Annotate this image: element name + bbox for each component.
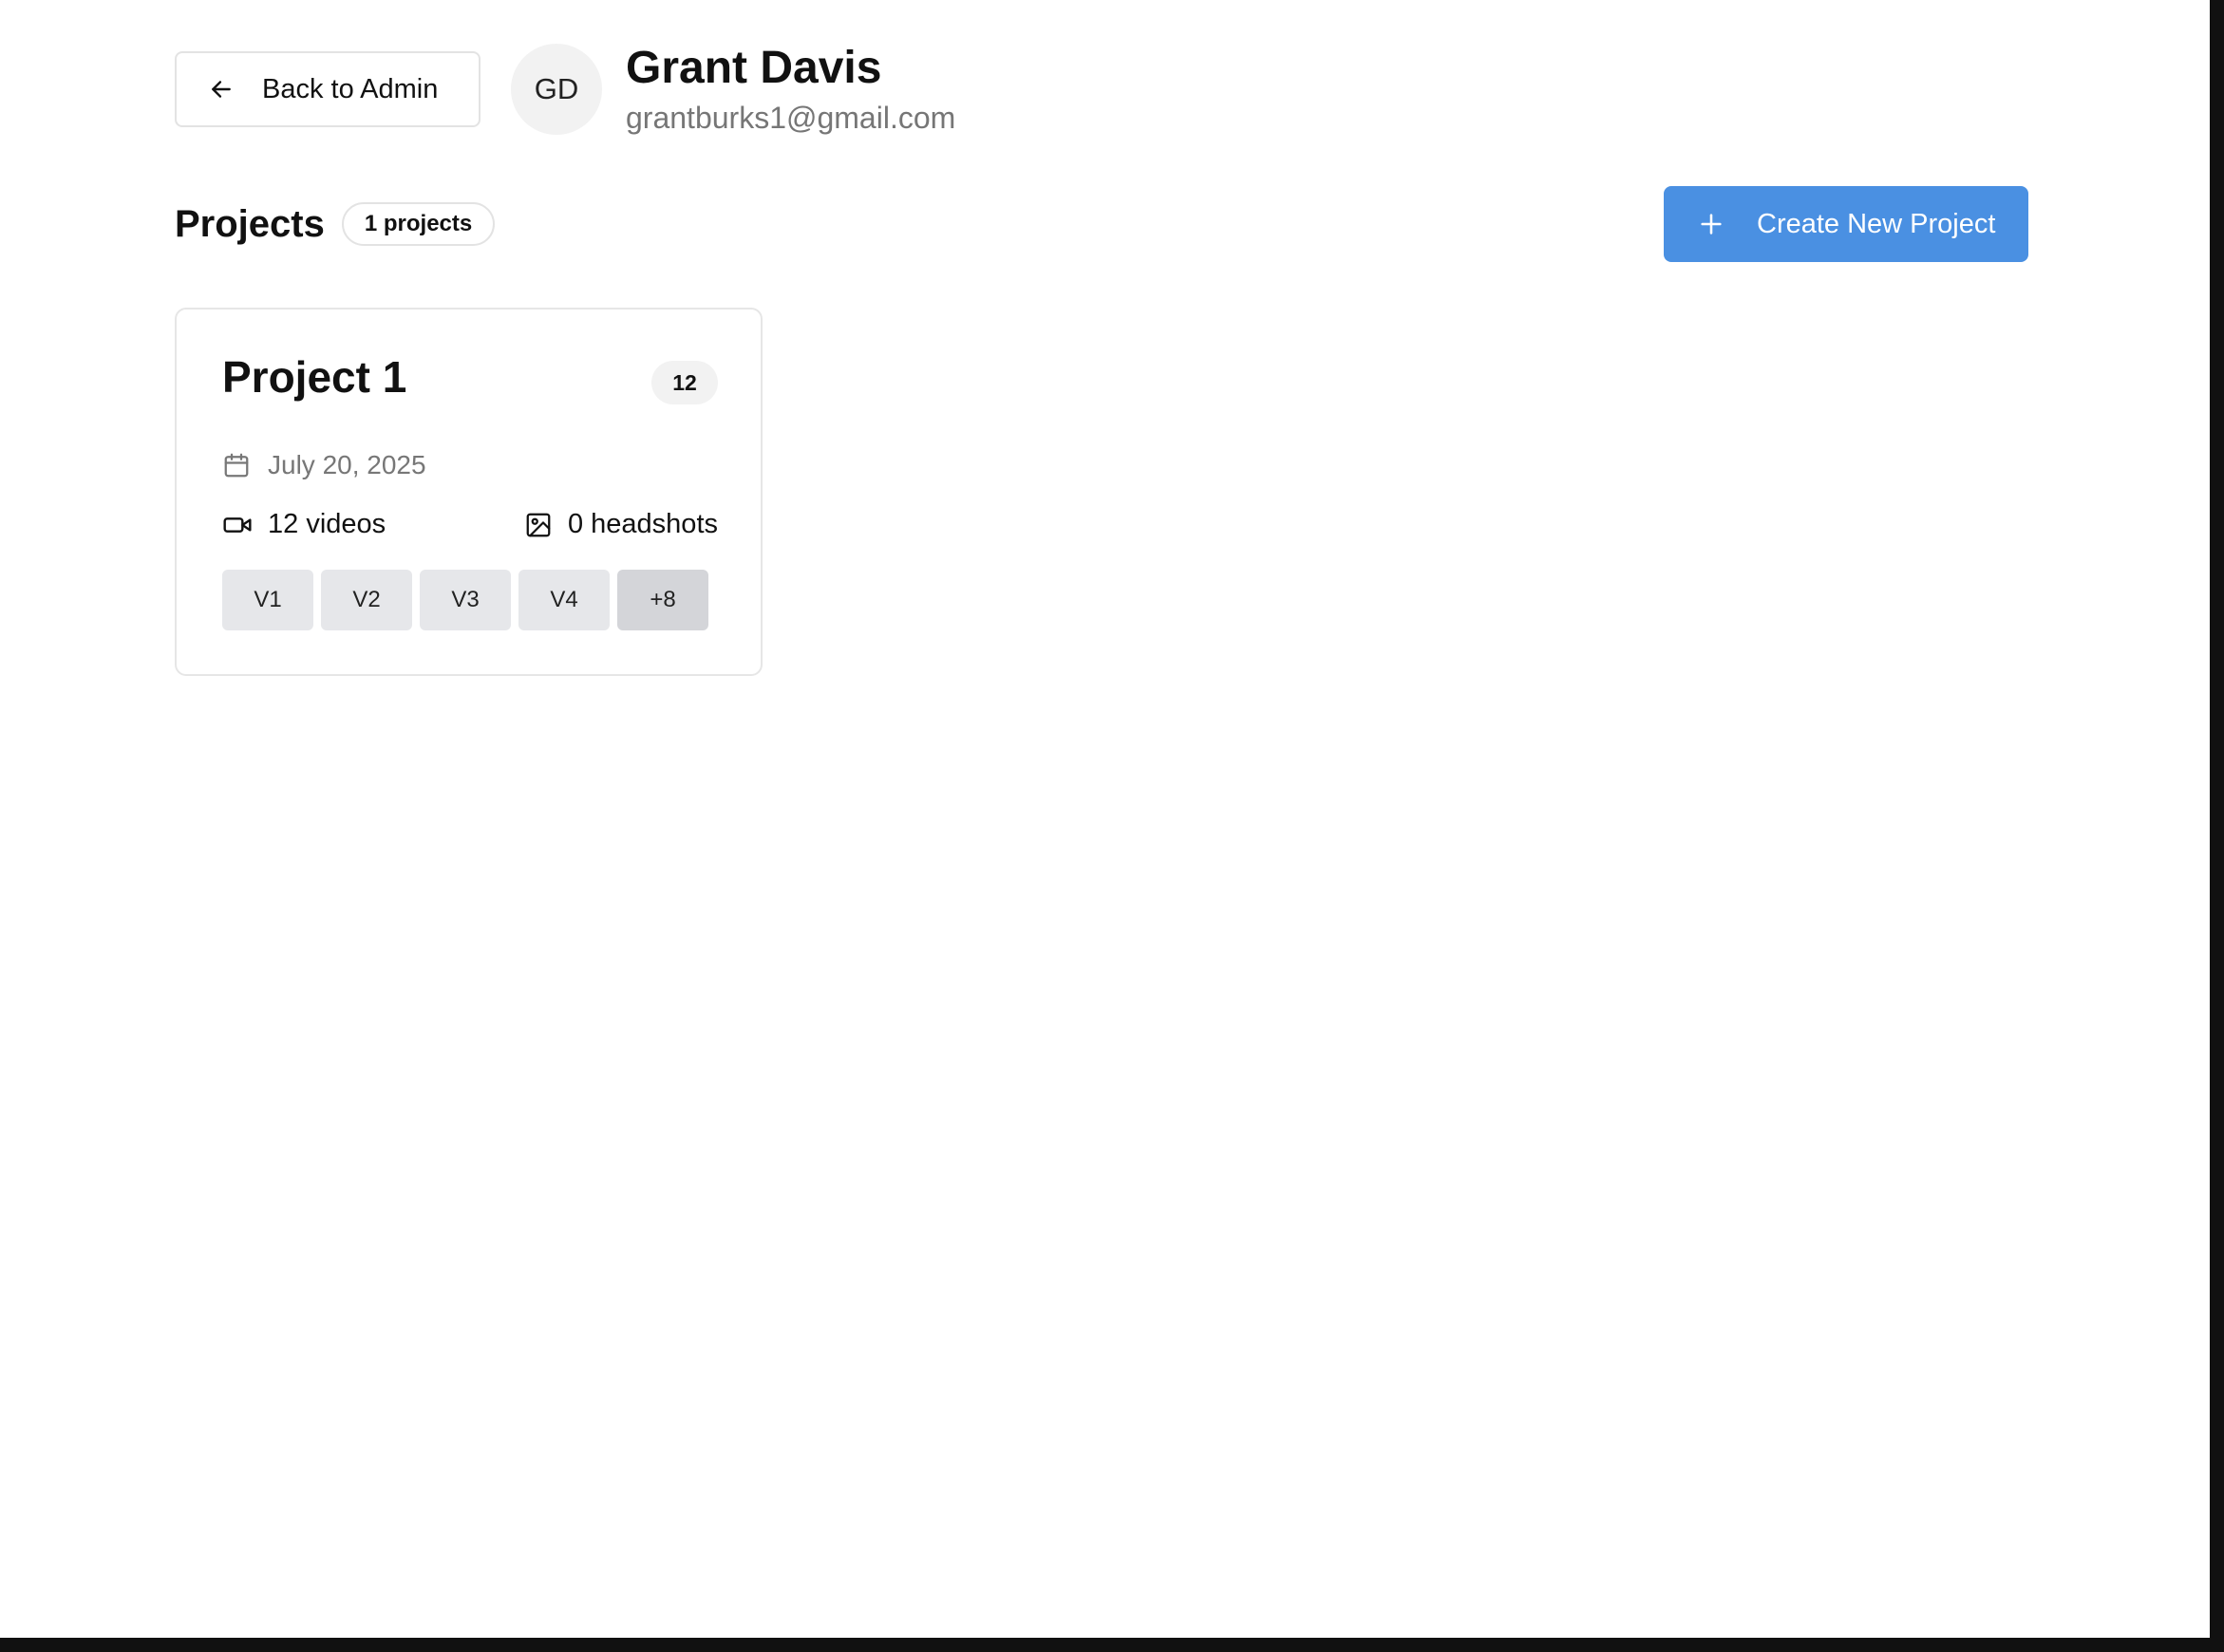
video-thumbnail[interactable]: V3 bbox=[420, 570, 511, 630]
project-card[interactable]: Project 1 12 July 20, 2025 12 videos 0 h… bbox=[175, 308, 763, 676]
projects-count-badge: 1 projects bbox=[341, 202, 496, 246]
projects-header: Projects 1 projects Create New Project bbox=[175, 186, 2028, 262]
plus-icon bbox=[1701, 214, 1722, 235]
project-title: Project 1 bbox=[222, 352, 407, 402]
headshots-count: 0 headshots bbox=[567, 509, 718, 539]
user-name: Grant Davis bbox=[626, 43, 882, 93]
user-email: grantburks1@gmail.com bbox=[626, 101, 956, 135]
videos-count: 12 videos bbox=[268, 509, 386, 539]
avatar-initials: GD bbox=[534, 72, 579, 105]
headshots-stat: 0 headshots bbox=[524, 509, 718, 540]
video-thumbnail[interactable]: V2 bbox=[321, 570, 412, 630]
calendar-icon bbox=[224, 453, 249, 478]
videos-stat: 12 videos bbox=[222, 509, 386, 540]
project-date-text: July 20, 2025 bbox=[268, 450, 426, 479]
image-icon bbox=[526, 513, 551, 536]
more-videos-thumbnail[interactable]: +8 bbox=[617, 570, 708, 630]
video-thumbnail[interactable]: V4 bbox=[518, 570, 610, 630]
header: Back to Admin GD Grant Davis grantburks1… bbox=[175, 40, 955, 139]
video-thumbnail[interactable]: V1 bbox=[222, 570, 313, 630]
project-stats: 12 videos 0 headshots bbox=[222, 509, 718, 540]
video-camera-icon bbox=[223, 516, 252, 533]
avatar: GD bbox=[511, 44, 602, 135]
video-thumbnails: V1 V2 V3 V4 +8 bbox=[222, 570, 716, 630]
create-new-project-label: Create New Project bbox=[1757, 208, 1996, 239]
create-new-project-button[interactable]: Create New Project bbox=[1664, 186, 2028, 262]
projects-title: Projects bbox=[175, 202, 325, 245]
user-info: Grant Davis grantburks1@gmail.com bbox=[626, 42, 955, 139]
project-video-count-badge: 12 bbox=[651, 361, 718, 404]
project-date: July 20, 2025 bbox=[222, 450, 426, 480]
page: Back to Admin GD Grant Davis grantburks1… bbox=[0, 0, 2210, 1638]
arrow-left-icon bbox=[212, 81, 231, 98]
back-to-admin-label: Back to Admin bbox=[262, 73, 439, 104]
back-to-admin-button[interactable]: Back to Admin bbox=[175, 51, 481, 127]
